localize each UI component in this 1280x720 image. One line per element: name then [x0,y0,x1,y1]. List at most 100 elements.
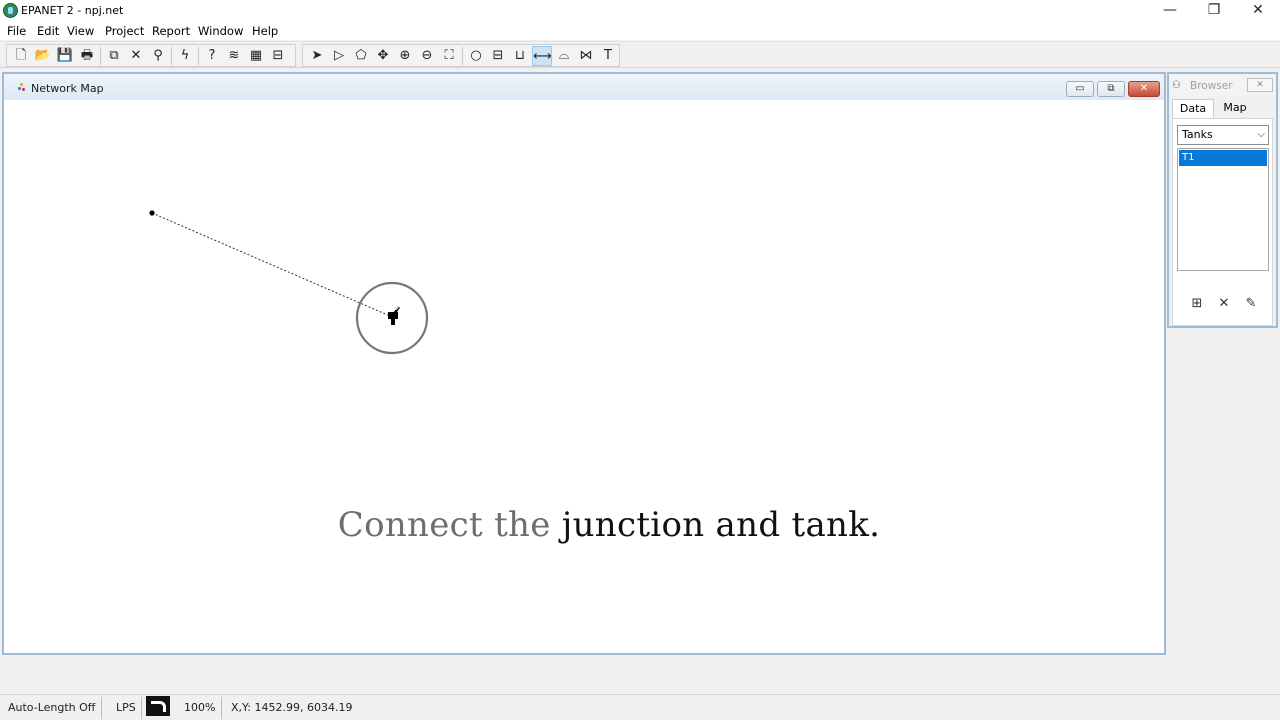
menu-view[interactable]: View [67,24,94,38]
add-reservoir-icon: ⊟ [492,48,504,63]
add-object-icon: ⊞ [1191,296,1203,311]
browser-title: Browser [1190,80,1233,92]
network-map-window: Network Map ▭ ⧉ ✕ Connect the junction a… [2,72,1166,655]
status-bar: Auto-Length Off LPS 100% X,Y: 1452.99, 6… [0,694,1280,720]
minimize-button[interactable]: — [1148,0,1192,22]
open-button[interactable]: 📂 [33,46,53,66]
add-junction-icon: ○ [470,48,482,63]
add-object-button[interactable]: ⊞ [1188,295,1206,313]
browser-titlebar[interactable]: ⚇ Browser ✕ [1169,74,1276,96]
browser-close-button[interactable]: ✕ [1247,78,1273,92]
menu-help[interactable]: Help [252,24,278,38]
select-region-icon: ⬠ [355,48,367,63]
tab-data[interactable]: Data [1172,99,1214,119]
delete-button[interactable]: ✕ [126,46,146,66]
map-close-button[interactable]: ✕ [1128,81,1160,97]
select-region-button[interactable]: ⬠ [351,46,371,66]
toolbar-separator [171,47,172,65]
table-button[interactable]: ▦ [246,46,266,66]
flow-units-status: LPS [108,697,142,719]
object-list[interactable]: T1 [1177,148,1269,271]
zoom-level-status: 100% [176,697,222,719]
toolbar-separator [198,47,199,65]
new-icon: 🗋 [15,48,27,63]
add-junction-button[interactable]: ○ [466,46,486,66]
zoom-out-icon: ⊖ [421,48,433,63]
zoom-out-button[interactable]: ⊖ [417,46,437,66]
save-button[interactable]: 💾 [55,46,75,66]
coordinates-status: X,Y: 1452.99, 6034.19 [231,701,353,714]
select-vertex-button[interactable]: ▷ [329,46,349,66]
toolbar-separator [100,47,101,65]
run-status-icon [146,696,170,716]
add-tank-button[interactable]: ⊔ [510,46,530,66]
pan-button[interactable]: ✥ [373,46,393,66]
add-pump-button[interactable]: ⌓ [554,46,574,66]
object-category-select[interactable]: Tanks ⌵ [1177,125,1269,145]
toolbar-separator [462,47,463,65]
network-map-title: Network Map [31,82,104,95]
copy-button[interactable]: ⧉ [104,46,124,66]
menu-project[interactable]: Project [105,24,144,38]
select-vertex-icon: ▷ [334,48,344,63]
find-button[interactable]: ⚲ [148,46,168,66]
map-canvas[interactable]: Connect the junction and tank. [10,100,1158,651]
tank-node[interactable] [388,312,398,325]
title-bar: EPANET 2 - npj.net — ❐ ✕ [0,0,1280,22]
edit-object-button[interactable]: ✎ [1242,295,1260,313]
copy-icon: ⧉ [109,48,119,63]
menu-window[interactable]: Window [198,24,243,38]
query-button[interactable]: ? [202,46,222,66]
pipe-in-progress [151,212,391,317]
standard-toolbar: 🗋 📂 💾 🖶 ⧉ ✕ ⚲ ϟ? ≋ ▦ ⊟ [6,44,296,67]
delete-object-icon: ✕ [1218,296,1230,311]
add-label-icon: T [604,48,612,63]
close-button[interactable]: ✕ [1236,0,1280,22]
find-icon: ⚲ [153,48,163,63]
window-title: EPANET 2 - npj.net [21,4,124,17]
add-label-button[interactable]: T [598,46,618,66]
full-extent-button[interactable]: ⛶ [439,46,459,66]
select-object-button[interactable]: ➤ [307,46,327,66]
add-pump-icon: ⌓ [558,48,570,63]
add-valve-icon: ⋈ [579,48,593,63]
select-object-icon: ➤ [311,48,323,63]
open-icon: 📂 [34,48,52,63]
caption-part-dark: junction and tank. [561,505,881,545]
graph-button[interactable]: ≋ [224,46,244,66]
network-map-titlebar[interactable]: Network Map ▭ ⧉ ✕ [4,74,1164,100]
menu-file[interactable]: File [7,24,26,38]
network-map-icon [18,83,25,92]
query-icon: ? [208,48,216,63]
add-reservoir-button[interactable]: ⊟ [488,46,508,66]
object-category-value: Tanks [1182,128,1213,141]
toolbar: 🗋 📂 💾 🖶 ⧉ ✕ ⚲ ϟ? ≋ ▦ ⊟ ➤ ▷ ⬠ ✥ ⊕ ⊖ ⛶ ○ ⊟ ⊔ ⟷ ⌓ ⋈ T [0,41,1280,68]
map-toolbar: ➤ ▷ ⬠ ✥ ⊕ ⊖ ⛶ ○ ⊟ ⊔ ⟷ ⌓ ⋈ T [302,44,620,67]
options-button[interactable]: ⊟ [268,46,288,66]
map-restore-button[interactable]: ⧉ [1097,81,1125,97]
map-minimize-button[interactable]: ▭ [1066,81,1094,97]
add-tank-icon: ⊔ [514,48,526,63]
run-button[interactable]: ϟ [175,46,195,66]
print-icon: 🖶 [80,48,94,63]
delete-object-button[interactable]: ✕ [1215,295,1233,313]
add-pipe-button[interactable]: ⟷ [532,46,552,66]
chevron-down-icon: ⌵ [1257,129,1265,140]
menu-edit[interactable]: Edit [37,24,59,38]
run-icon: ϟ [180,48,190,63]
caption-part-grey: Connect the [337,505,551,545]
list-item[interactable]: T1 [1179,150,1267,166]
epanet-app-icon[interactable] [3,3,18,18]
tab-map[interactable]: Map [1215,99,1255,119]
junction-node[interactable] [149,210,155,216]
restore-button[interactable]: ❐ [1192,0,1236,22]
table-icon: ▦ [249,48,263,63]
options-icon: ⊟ [272,48,284,63]
add-valve-button[interactable]: ⋈ [576,46,596,66]
zoom-in-button[interactable]: ⊕ [395,46,415,66]
auto-length-status[interactable]: Auto-Length Off [0,697,102,719]
menu-report[interactable]: Report [152,24,190,38]
add-pipe-icon: ⟷ [533,49,552,64]
print-button[interactable]: 🖶 [77,46,97,66]
new-button[interactable]: 🗋 [11,46,31,66]
